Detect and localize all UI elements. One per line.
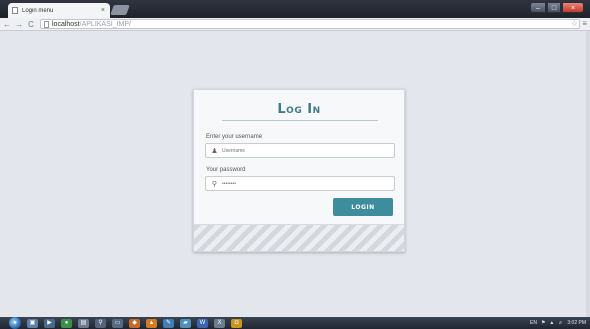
tab-close-icon[interactable]: × — [101, 7, 105, 14]
title-divider — [222, 120, 378, 121]
forward-icon[interactable]: → — [14, 19, 24, 30]
start-button[interactable]: ● — [9, 317, 21, 329]
browser-tab[interactable]: Login menu × — [8, 3, 110, 18]
url-path: /APLIKASI_IMP/ — [79, 20, 131, 28]
app-icon[interactable]: ◆ — [129, 318, 140, 328]
login-card: Log In Enter your username ♟ Your passwo… — [193, 89, 405, 252]
os-taskbar: ● ▣ ▶ ● ▤ ⚲ ▭ ◆ ▲ ✎ ▰ W X ◘ EN ⚑ ▲ ♬ 3:02 PM — [0, 317, 590, 329]
card-footer-stripes — [194, 224, 404, 251]
folder-icon[interactable]: ▰ — [180, 318, 191, 328]
paint-icon[interactable]: ✎ — [163, 318, 174, 328]
password-field[interactable]: ⚲ — [205, 176, 395, 191]
vlc-icon[interactable]: ▲ — [146, 318, 157, 328]
language-indicator[interactable]: EN — [530, 320, 537, 326]
minimize-button[interactable]: – — [530, 2, 546, 13]
chrome-icon[interactable]: ● — [61, 318, 72, 328]
back-icon[interactable]: ← — [2, 19, 12, 30]
username-label: Enter your username — [206, 134, 263, 140]
tool-icon[interactable]: ◘ — [231, 318, 242, 328]
browser-titlebar: Login menu × – □ × — [0, 0, 590, 18]
key-icon: ⚲ — [211, 180, 218, 188]
tab-title: Login menu — [22, 7, 54, 14]
reload-icon[interactable]: C — [26, 19, 36, 30]
clock[interactable]: 3:02 PM — [567, 320, 586, 326]
login-title: Log In — [277, 102, 321, 117]
browser-menu-icon[interactable]: ≡ — [582, 19, 587, 28]
network-icon[interactable]: ▲ — [549, 320, 554, 326]
password-label: Your password — [206, 167, 246, 173]
maximize-button[interactable]: □ — [547, 2, 561, 13]
username-input[interactable] — [222, 145, 392, 156]
password-input[interactable] — [222, 178, 392, 189]
page-background: Log In Enter your username ♟ Your passwo… — [0, 31, 590, 317]
page-scrollbar[interactable] — [586, 31, 590, 317]
notepad-icon[interactable]: ▤ — [78, 318, 89, 328]
media-player-icon[interactable]: ▶ — [44, 318, 55, 328]
address-bar[interactable]: localhost /APLIKASI_IMP/ — [40, 19, 580, 29]
search-icon[interactable]: ⚲ — [95, 318, 106, 328]
system-tray: EN ⚑ ▲ ♬ 3:02 PM — [530, 317, 586, 329]
window-icon[interactable]: ▭ — [112, 318, 123, 328]
url-host: localhost — [52, 20, 80, 28]
user-icon: ♟ — [211, 147, 218, 155]
volume-icon[interactable]: ♬ — [558, 320, 563, 326]
excel-icon[interactable]: X — [214, 318, 225, 328]
bookmark-star-icon[interactable]: ☆ — [571, 19, 578, 28]
page-favicon-icon — [12, 7, 18, 14]
page-icon — [44, 20, 49, 28]
taskbar-apps: ▣ ▶ ● ▤ ⚲ ▭ ◆ ▲ ✎ ▰ W X ◘ — [21, 318, 242, 328]
window-controls: – □ × — [530, 2, 584, 13]
tray-flag-icon[interactable]: ⚑ — [541, 320, 545, 326]
login-button[interactable]: LOGIN — [333, 198, 393, 216]
close-window-button[interactable]: × — [562, 2, 584, 13]
word-icon[interactable]: W — [197, 318, 208, 328]
new-tab-button[interactable] — [110, 5, 130, 15]
username-field[interactable]: ♟ — [205, 143, 395, 158]
browser-toolbar: ← → C localhost /APLIKASI_IMP/ — [0, 18, 590, 31]
file-explorer-icon[interactable]: ▣ — [27, 318, 38, 328]
